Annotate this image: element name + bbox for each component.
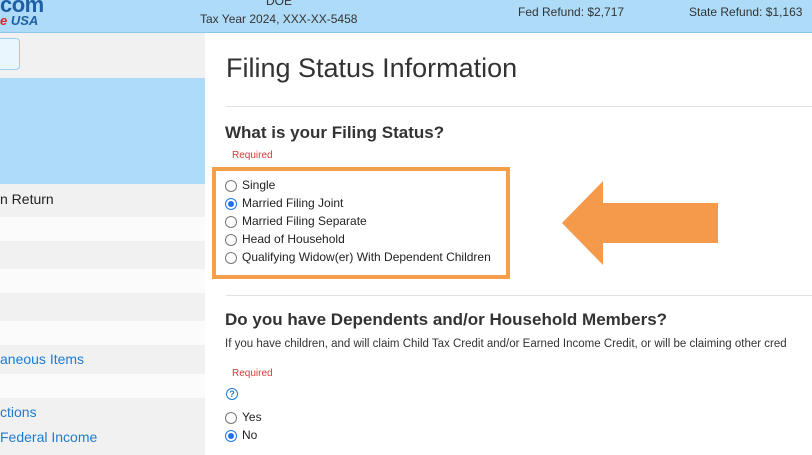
radio-label: No — [242, 428, 258, 442]
filing-status-question: What is your Filing Status? — [225, 123, 445, 142]
radio-label: Single — [242, 178, 276, 192]
sidebar-item-blank[interactable] — [0, 374, 205, 398]
sidebar: n Return aneous Items ctions Federal Inc… — [0, 33, 205, 455]
sidebar-item-label: aneous Items — [0, 351, 85, 367]
dependents-question: Do you have Dependents and/or Household … — [225, 310, 668, 329]
pointer-arrow-icon — [562, 181, 718, 265]
state-refund: State Refund: $1,163 — [689, 5, 803, 19]
logo-subtitle-blue: USA — [10, 13, 39, 28]
radio-label: Married Filing Separate — [242, 214, 367, 228]
radio-button[interactable] — [225, 180, 237, 192]
sidebar-item-label: n Return — [0, 191, 54, 207]
sidebar-item-active[interactable] — [0, 78, 205, 184]
dependents-description: If you have children, and will claim Chi… — [225, 338, 787, 350]
logo-subtitle-red: e — [0, 13, 8, 28]
radio-button[interactable] — [225, 252, 237, 264]
sidebar-item-label: Federal Income — [0, 429, 98, 445]
fed-refund: Fed Refund: $2,717 — [518, 5, 625, 19]
app-header: com e USA DOE Tax Year 2024, XXX-XX-5458… — [0, 0, 812, 33]
radio-label: Head of Household — [242, 232, 345, 246]
required-label: Required — [232, 368, 273, 379]
sidebar-item-blank[interactable] — [0, 217, 205, 241]
radio-button[interactable] — [225, 430, 237, 442]
sidebar-item-label: ctions — [0, 404, 37, 420]
divider — [226, 106, 812, 107]
radio-button[interactable] — [225, 234, 237, 246]
logo-subtitle: e USA — [0, 13, 38, 28]
required-label: Required — [232, 150, 273, 161]
sidebar-item-blank[interactable] — [0, 321, 205, 345]
radio-button[interactable] — [225, 412, 237, 424]
divider — [226, 295, 812, 296]
sidebar-search-box[interactable] — [0, 38, 20, 70]
radio-button[interactable] — [225, 216, 237, 228]
taxpayer-name: DOE — [266, 0, 293, 8]
sidebar-item-blank[interactable] — [0, 269, 205, 293]
page-title: Filing Status Information — [226, 53, 518, 83]
help-icon[interactable]: ? — [226, 388, 238, 400]
radio-label: Yes — [242, 410, 262, 424]
radio-label: Qualifying Widow(er) With Dependent Chil… — [242, 250, 491, 264]
radio-button[interactable] — [225, 198, 237, 210]
tax-year-info: Tax Year 2024, XXX-XX-5458 — [200, 12, 358, 26]
radio-label: Married Filing Joint — [242, 196, 344, 210]
